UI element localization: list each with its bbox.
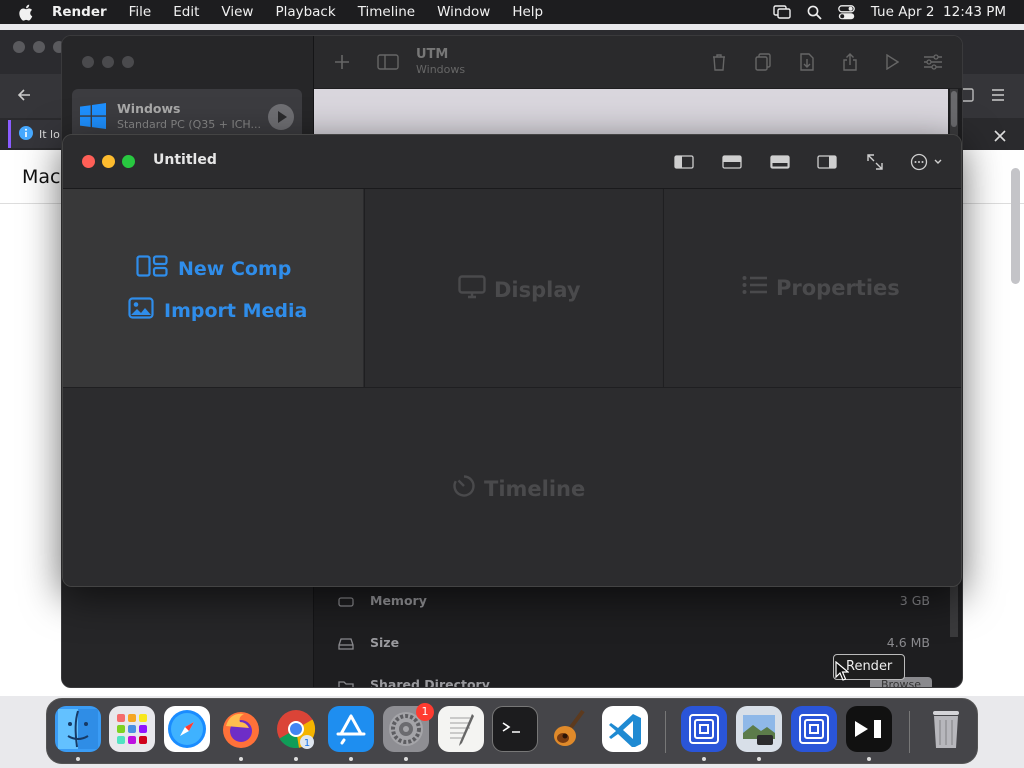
- display-label: Display: [494, 277, 581, 302]
- run-vm-icon[interactable]: [880, 50, 904, 74]
- detail-label: Size: [370, 635, 400, 650]
- timeline-panel: Timeline: [63, 387, 961, 586]
- menu-timeline[interactable]: Timeline: [358, 4, 415, 20]
- dock-finder-icon[interactable]: [55, 706, 101, 752]
- browser-menu-icon[interactable]: [990, 87, 1006, 106]
- new-comp-button[interactable]: New Comp: [136, 255, 291, 282]
- render-window: Untitled New Comp Import Media Display P…: [62, 134, 962, 587]
- render-titlebar: Untitled: [63, 135, 961, 189]
- trash-icon[interactable]: [707, 50, 731, 74]
- dock-vscode-icon[interactable]: [602, 706, 648, 752]
- menu-file[interactable]: File: [129, 4, 152, 20]
- fullscreen-icon[interactable]: [862, 150, 888, 174]
- browser-scrollbar[interactable]: [1011, 168, 1020, 284]
- dock-garageband-icon[interactable]: [547, 706, 593, 752]
- minimize-window-icon[interactable]: [102, 155, 115, 168]
- properties-panel: Properties: [663, 189, 961, 387]
- timeline-placeholder: Timeline: [452, 474, 585, 503]
- render-window-title: Untitled: [153, 152, 217, 168]
- new-comp-icon: [136, 255, 168, 282]
- toggle-left-panel-icon[interactable]: [671, 150, 697, 174]
- toggle-top-panel-icon[interactable]: [719, 150, 745, 174]
- timeline-label: Timeline: [484, 476, 586, 501]
- page-heading: Mac: [22, 166, 61, 188]
- timer-icon: [452, 474, 476, 503]
- back-arrow-icon[interactable]: [16, 87, 32, 107]
- toggle-bottom-panel-icon[interactable]: [767, 150, 793, 174]
- dock-utm-icon[interactable]: [681, 706, 727, 752]
- project-panel: New Comp Import Media: [63, 189, 363, 387]
- utm-title: UTM: [416, 47, 449, 62]
- properties-placeholder: Properties: [742, 275, 900, 300]
- toggle-right-panel-icon[interactable]: [814, 150, 840, 174]
- dock: 1 1: [46, 698, 978, 764]
- sidebar-toggle-icon[interactable]: [376, 50, 400, 74]
- display-panel: Display: [364, 189, 662, 387]
- vm-preview-area[interactable]: [314, 89, 948, 135]
- dock-textedit-icon[interactable]: [438, 706, 484, 752]
- dock-app-store-icon[interactable]: [328, 706, 374, 752]
- menu-bar: Render File Edit View Playback Timeline …: [0, 0, 1024, 24]
- dock-capcut-icon[interactable]: [846, 706, 892, 752]
- dock-chrome-icon[interactable]: 1: [273, 706, 319, 752]
- utm-subtitle: Windows: [416, 63, 466, 76]
- apple-icon[interactable]: [18, 3, 36, 21]
- menu-help[interactable]: Help: [512, 4, 543, 20]
- share-vm-icon[interactable]: [838, 50, 862, 74]
- info-icon: [19, 125, 33, 143]
- properties-label: Properties: [776, 275, 900, 300]
- dock-preview-icon[interactable]: [736, 706, 782, 752]
- image-icon: [128, 297, 154, 324]
- screen-mirroring-icon[interactable]: [773, 5, 791, 19]
- menu-clock[interactable]: Tue Apr 2 12:43 PM: [871, 4, 1006, 20]
- dock-firefox-icon[interactable]: [218, 706, 264, 752]
- menu-app-name[interactable]: Render: [52, 4, 107, 20]
- menu-window[interactable]: Window: [437, 4, 490, 20]
- import-media-button[interactable]: Import Media: [128, 297, 307, 324]
- dock-trash-icon[interactable]: [923, 706, 969, 752]
- dock-utm-secondary-icon[interactable]: [791, 706, 837, 752]
- vm-name: Windows: [117, 101, 181, 116]
- spotlight-search-icon[interactable]: [807, 5, 822, 20]
- close-window-icon[interactable]: [82, 155, 95, 168]
- menu-playback[interactable]: Playback: [275, 4, 335, 20]
- info-text: It lo: [39, 127, 60, 141]
- dock-terminal-icon[interactable]: [492, 706, 538, 752]
- list-icon: [742, 275, 768, 300]
- more-options-icon[interactable]: [909, 150, 945, 174]
- vm-subtitle: Standard PC (Q35 + ICH...: [117, 118, 261, 131]
- control-center-icon[interactable]: [837, 4, 855, 20]
- settings-badge: 1: [416, 703, 434, 721]
- download-icon[interactable]: [795, 50, 819, 74]
- detail-row-memory: Memory 3 GB: [314, 581, 948, 623]
- menu-edit[interactable]: Edit: [173, 4, 199, 20]
- zoom-window-icon[interactable]: [122, 155, 135, 168]
- clone-icon[interactable]: [751, 50, 775, 74]
- detail-label: Memory: [370, 593, 427, 608]
- menu-view[interactable]: View: [221, 4, 253, 20]
- monitor-icon: [458, 275, 486, 304]
- add-vm-icon[interactable]: [330, 50, 354, 74]
- folder-icon: [338, 678, 354, 687]
- close-info-icon[interactable]: [994, 127, 1006, 146]
- import-media-label: Import Media: [164, 299, 308, 322]
- drive-icon: [338, 636, 354, 650]
- display-placeholder: Display: [458, 275, 581, 304]
- vm-play-icon[interactable]: [268, 104, 294, 130]
- memory-icon: [338, 594, 354, 608]
- vm-settings-icon[interactable]: [921, 50, 945, 74]
- detail-value: 4.6 MB: [886, 635, 930, 650]
- dock-launchpad-icon[interactable]: [109, 706, 155, 752]
- dock-safari-icon[interactable]: [164, 706, 210, 752]
- windows-logo-icon: [80, 103, 106, 133]
- utm-toolbar: UTM Windows: [314, 36, 962, 88]
- detail-value: 3 GB: [899, 593, 930, 608]
- mouse-cursor-icon: [835, 660, 850, 685]
- detail-label: Shared Directory: [370, 677, 490, 688]
- chrome-badge: 1: [304, 738, 310, 749]
- new-comp-label: New Comp: [178, 257, 292, 280]
